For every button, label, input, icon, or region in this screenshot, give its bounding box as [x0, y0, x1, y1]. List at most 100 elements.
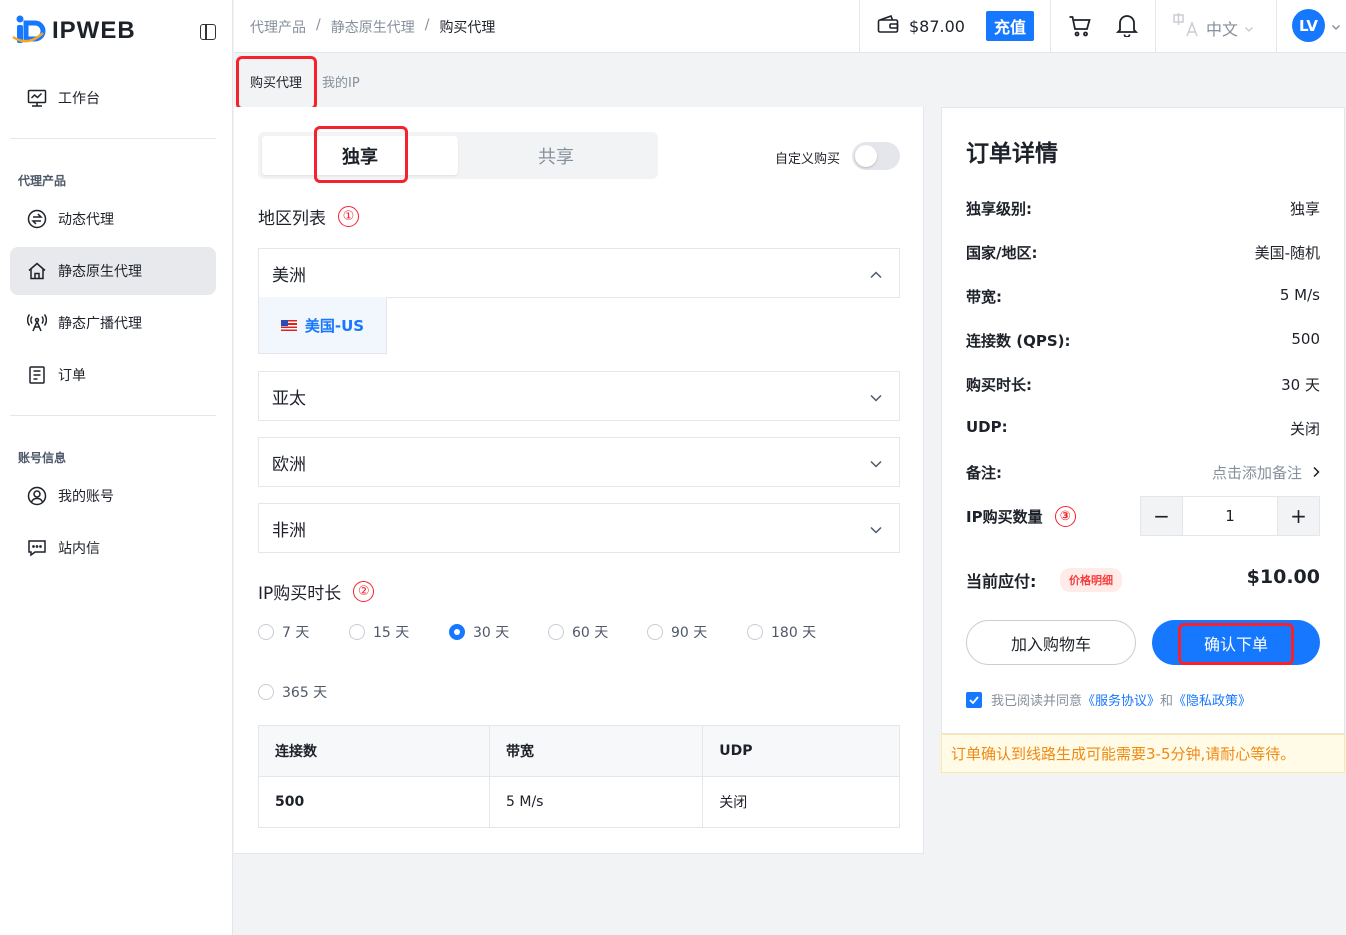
sidebar-collapse-icon[interactable] — [200, 24, 216, 40]
breadcrumb-item[interactable]: 代理产品 — [250, 17, 306, 37]
chevron-up-icon — [869, 267, 883, 287]
duration-option[interactable]: 365 天 — [258, 682, 327, 702]
agreement-text: 我已阅读并同意 — [991, 694, 1083, 709]
column-header: 带宽 — [489, 725, 704, 777]
duration-option[interactable]: 180 天 — [747, 622, 816, 642]
table-header-row: 连接数 带宽 UDP — [257, 725, 900, 777]
breadcrumb-current: 购买代理 — [439, 20, 496, 36]
quantity-decrease-button[interactable]: − — [1141, 497, 1182, 535]
country-option-us[interactable]: 美国-US — [258, 297, 387, 354]
quantity-increase-button[interactable]: + — [1278, 497, 1319, 535]
tab-my-ip[interactable]: 我的IP — [322, 72, 360, 91]
radio-icon[interactable] — [747, 624, 763, 640]
quantity-stepper: − 1 + — [1140, 496, 1320, 536]
duration-option[interactable]: 90 天 — [647, 622, 707, 642]
service-agreement-link[interactable]: 《服务协议》 — [1082, 694, 1160, 709]
table-cell: 500 — [257, 776, 491, 828]
section-label-proxy: 代理产品 — [18, 174, 67, 188]
detail-label: UDP: — [966, 418, 1008, 436]
cart-icon[interactable] — [1068, 14, 1092, 42]
region-label: 欧洲 — [272, 454, 306, 475]
sidebar-item-workbench[interactable]: 工作台 — [10, 74, 216, 122]
home-icon — [26, 260, 48, 282]
custom-buy-toggle[interactable] — [852, 142, 900, 170]
radio-icon[interactable] — [258, 684, 274, 700]
spec-table: 连接数 带宽 UDP 500 5 M/s 关闭 — [257, 725, 900, 828]
add-to-cart-button[interactable]: 加入购物车 — [966, 620, 1136, 665]
radio-icon[interactable] — [258, 624, 274, 640]
confirm-order-button[interactable]: 确认下单 — [1152, 620, 1320, 665]
divider — [10, 415, 216, 416]
duration-label: 365 天 — [282, 685, 328, 701]
sidebar-item-dynamic-proxy[interactable]: 动态代理 — [10, 195, 216, 243]
option-exclusive[interactable]: 独享 — [262, 136, 458, 175]
antenna-icon — [26, 312, 48, 334]
region-europe[interactable]: 欧洲 — [258, 437, 900, 487]
radio-icon[interactable] — [647, 624, 663, 640]
bell-icon[interactable] — [1115, 13, 1139, 41]
sidebar-item-static-broadcast-proxy[interactable]: 静态广播代理 — [10, 299, 216, 347]
region-americas[interactable]: 美洲 — [258, 248, 900, 298]
chevron-down-icon — [1244, 19, 1254, 38]
radio-icon[interactable] — [349, 624, 365, 640]
monitor-icon — [26, 87, 48, 109]
region-list-title: 地区列表 ① — [258, 204, 359, 229]
message-icon — [26, 537, 48, 559]
detail-value: 美国-随机 — [1254, 244, 1320, 262]
duration-label: 30 天 — [473, 625, 510, 641]
order-list-icon — [26, 364, 48, 386]
detail-value: 30 天 — [1281, 376, 1320, 394]
purchase-panel: 独享 共享 自定义购买 地区列表 ① 美洲 美国-US 亚太 欧洲 非洲 IP购… — [234, 107, 924, 854]
detail-label: 连接数 (QPS): — [966, 332, 1071, 350]
duration-option[interactable]: 15 天 — [349, 622, 409, 642]
order-details-panel: 订单详情 独享级别: 独享 国家/地区: 美国-随机 带宽: 5 M/s 连接数… — [941, 107, 1345, 734]
chevron-down-icon[interactable] — [1331, 20, 1341, 36]
translate-icon — [1172, 12, 1200, 44]
add-remark-link[interactable]: 点击添加备注 — [1212, 462, 1320, 483]
divider — [1276, 0, 1277, 53]
quantity-input[interactable]: 1 — [1182, 497, 1278, 535]
recharge-button[interactable]: 充值 — [986, 11, 1034, 41]
detail-value: 500 — [1291, 330, 1320, 348]
section-title-text: IP购买时长 — [258, 584, 342, 604]
language-switcher[interactable]: 中文 — [1172, 12, 1254, 44]
sidebar-item-static-native-proxy[interactable]: 静态原生代理 — [10, 247, 216, 295]
custom-buy-label: 自定义购买 — [775, 152, 841, 167]
agreement-row: 我已阅读并同意《服务协议》和《隐私政策》 — [966, 690, 1251, 709]
price-detail-tag[interactable]: 价格明细 — [1060, 568, 1122, 592]
table-cell: 关闭 — [702, 776, 900, 828]
duration-label: 60 天 — [572, 625, 609, 641]
breadcrumb-separator: / — [316, 17, 321, 33]
agreement-checkbox[interactable] — [966, 691, 982, 708]
radio-icon[interactable] — [548, 624, 564, 640]
sidebar-item-label: 动态代理 — [58, 212, 114, 228]
region-asia-pacific[interactable]: 亚太 — [258, 371, 900, 421]
privacy-policy-link[interactable]: 《隐私政策》 — [1173, 694, 1251, 709]
us-flag-icon — [280, 319, 297, 331]
sidebar-item-label: 我的账号 — [58, 489, 114, 505]
logo[interactable]: IPWEB — [10, 13, 136, 49]
divider — [1155, 0, 1156, 53]
detail-label: 独享级别: — [966, 200, 1032, 218]
option-shared[interactable]: 共享 — [458, 136, 654, 175]
radio-checked-icon[interactable] — [449, 624, 465, 640]
breadcrumb: 代理产品 / 静态原生代理 / 购买代理 — [250, 17, 495, 37]
sidebar-item-my-account[interactable]: 我的账号 — [10, 472, 216, 520]
table-row: 500 5 M/s 关闭 — [257, 776, 900, 828]
duration-option-selected[interactable]: 30 天 — [449, 622, 509, 642]
sidebar-item-messages[interactable]: 站内信 — [10, 524, 216, 572]
dynamic-proxy-icon — [26, 208, 48, 230]
step-marker-2: ② — [353, 581, 375, 602]
region-africa[interactable]: 非洲 — [258, 503, 900, 553]
duration-option[interactable]: 7 天 — [258, 622, 309, 642]
detail-value: 独享 — [1289, 200, 1320, 218]
sidebar-item-label: 静态广播代理 — [58, 316, 142, 332]
breadcrumb-item[interactable]: 静态原生代理 — [331, 17, 415, 37]
tab-buy-proxy[interactable]: 购买代理 — [250, 72, 302, 91]
balance-amount: $87.00 — [909, 16, 965, 36]
duration-title: IP购买时长 ② — [258, 579, 375, 604]
duration-option[interactable]: 60 天 — [548, 622, 608, 642]
sidebar-item-orders[interactable]: 订单 — [10, 351, 216, 399]
region-label: 亚太 — [272, 388, 306, 409]
avatar[interactable]: LV — [1292, 9, 1325, 42]
